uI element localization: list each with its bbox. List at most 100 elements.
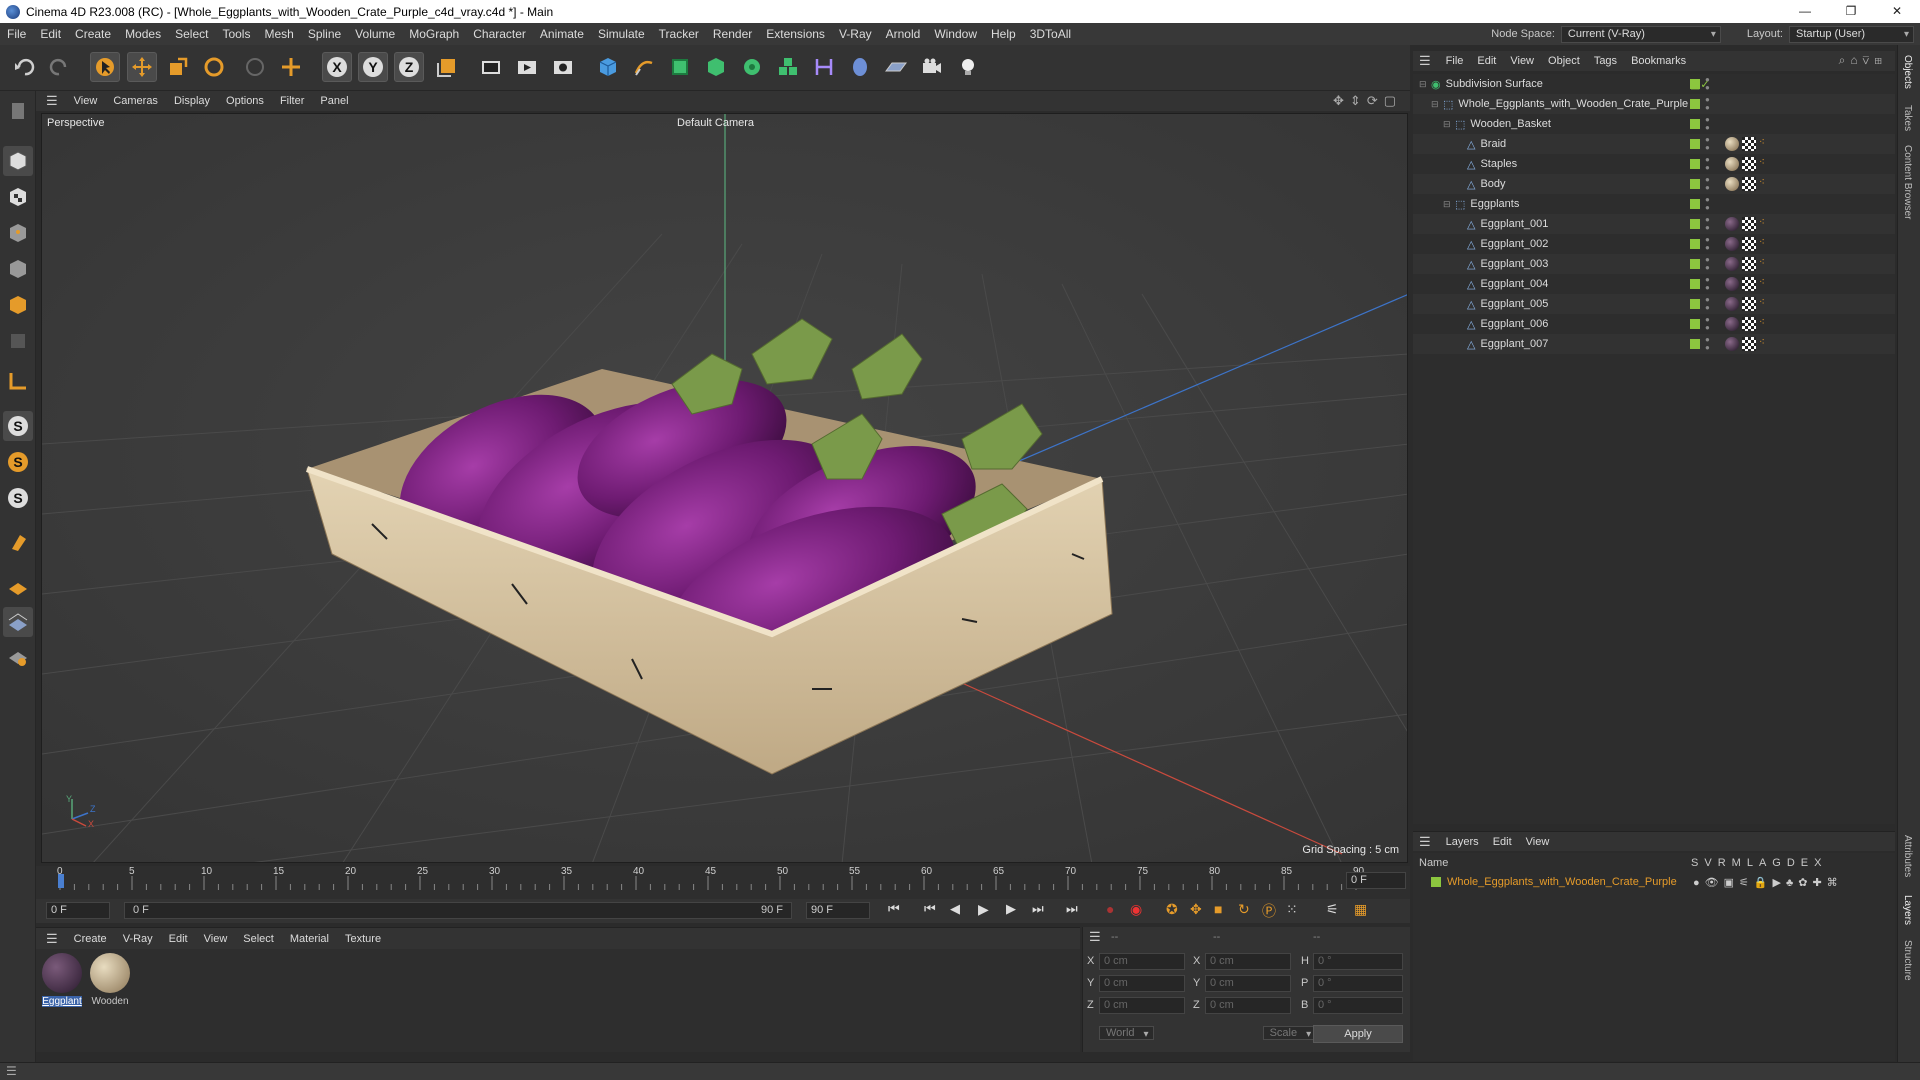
floor-icon[interactable]	[881, 52, 911, 82]
material-tag-icon[interactable]	[1725, 337, 1739, 351]
viewport-menu-options[interactable]: Options	[218, 95, 272, 107]
next-frame-icon[interactable]: ▶	[1006, 901, 1016, 917]
3d-viewport[interactable]: Perspective Default Camera Grid Spacing …	[41, 113, 1408, 863]
object-row[interactable]: △ Body ● ● ⁖	[1413, 174, 1895, 194]
side-tab-attributes[interactable]: Attributes	[1902, 835, 1913, 877]
expand-toggle-icon[interactable]: ⊟	[1419, 79, 1429, 90]
viewport-menu-panel[interactable]: Panel	[312, 95, 356, 107]
layer-hamburger-icon[interactable]: ☰	[1413, 834, 1439, 850]
texture-mode-icon[interactable]	[3, 182, 33, 212]
visibility-dots-icon[interactable]: ● ●	[1705, 276, 1710, 292]
side-tab-layers[interactable]: Layers	[1902, 895, 1913, 925]
layer-color-indicator[interactable]	[1690, 279, 1700, 289]
layer-color-indicator[interactable]	[1690, 119, 1700, 129]
menu-character[interactable]: Character	[466, 23, 533, 45]
material-tag-icon[interactable]	[1725, 157, 1739, 171]
object-row[interactable]: △ Eggplant_004 ● ● ⁖	[1413, 274, 1895, 294]
make-editable-icon[interactable]	[3, 96, 33, 126]
object-row[interactable]: △ Braid ● ● ⁖	[1413, 134, 1895, 154]
menu-mograph[interactable]: MoGraph	[402, 23, 466, 45]
coordinate-system-icon[interactable]	[432, 52, 462, 82]
material-swatch-wooden[interactable]: Wooden	[90, 953, 130, 1011]
viewport-menu-filter[interactable]: Filter	[272, 95, 312, 107]
material-hamburger-icon[interactable]: ☰	[36, 931, 66, 947]
layer-color-indicator[interactable]	[1690, 299, 1700, 309]
close-button[interactable]: ✕	[1874, 0, 1920, 23]
layer-color-indicator[interactable]	[1690, 179, 1700, 189]
vray-tag-icon[interactable]: ⁖	[1759, 157, 1765, 171]
material-menu-edit[interactable]: Edit	[161, 933, 196, 945]
field-icon[interactable]	[845, 52, 875, 82]
object-name[interactable]: Eggplant_007	[1480, 338, 1548, 350]
timeline-window-icon[interactable]: ▦	[1354, 901, 1367, 918]
coord-mode-dropdown[interactable]: World	[1099, 1026, 1154, 1040]
material-swatch-eggplant[interactable]: Eggplant	[42, 953, 82, 1011]
layer-flag-icons[interactable]: ●👁▣⚟🔒▶♣✿✚⌘	[1693, 876, 1843, 889]
coord-pos-x-field[interactable]: 0 cm	[1099, 953, 1185, 970]
viewport-nav-icons[interactable]: ✥⇕⟳▢	[1333, 93, 1402, 109]
render-settings-icon[interactable]	[548, 52, 578, 82]
object-search-filter-icons[interactable]: ⌕⌂⊽⊞	[1839, 53, 1887, 68]
points-mode-icon[interactable]	[3, 218, 33, 248]
layer-color-swatch[interactable]	[1431, 877, 1441, 887]
menu-tracker[interactable]: Tracker	[652, 23, 706, 45]
menu-animate[interactable]: Animate	[533, 23, 591, 45]
menu-tools[interactable]: Tools	[215, 23, 257, 45]
pen-spline-icon[interactable]	[629, 52, 659, 82]
object-row[interactable]: ⊟ ⬚ Wooden_Basket ● ●	[1413, 114, 1895, 134]
uvw-tag-icon[interactable]	[1742, 237, 1756, 251]
coord-pos-y-field[interactable]: 0 cm	[1099, 975, 1185, 992]
status-menu-icon[interactable]: ☰	[6, 1064, 17, 1078]
object-menu-view[interactable]: View	[1503, 55, 1541, 67]
z-axis-lock-icon[interactable]: Z	[394, 52, 424, 82]
current-frame-field[interactable]: 0 F	[1346, 872, 1406, 889]
vray-tag-icon[interactable]: ⁖	[1759, 177, 1765, 191]
vray-tag-icon[interactable]: ⁖	[1759, 257, 1765, 271]
coord-scale-dropdown[interactable]: Scale	[1262, 1026, 1317, 1040]
object-name[interactable]: Whole_Eggplants_with_Wooden_Crate_Purple	[1458, 98, 1688, 110]
next-key-icon[interactable]: ⏭	[1032, 901, 1044, 917]
enabled-check-icon[interactable]: ▧✓	[1690, 78, 1710, 91]
vray-tag-icon[interactable]: ⁖	[1759, 277, 1765, 291]
viewport-solo-icon[interactable]	[3, 643, 33, 673]
y-axis-lock-icon[interactable]: Y	[358, 52, 388, 82]
edges-mode-icon[interactable]	[3, 254, 33, 284]
menu-spline[interactable]: Spline	[301, 23, 348, 45]
object-row[interactable]: △ Eggplant_005 ● ● ⁖	[1413, 294, 1895, 314]
material-tag-icon[interactable]	[1725, 237, 1739, 251]
snap-settings-icon[interactable]: S	[3, 447, 33, 477]
quantize-icon[interactable]: S	[3, 483, 33, 513]
menu-select[interactable]: Select	[168, 23, 215, 45]
coord-rot-p-field[interactable]: 0 °	[1313, 975, 1403, 992]
uvw-tag-icon[interactable]	[1742, 137, 1756, 151]
coord-rot-h-field[interactable]: 0 °	[1313, 953, 1403, 970]
undo-icon[interactable]	[10, 52, 40, 82]
viewport-menu-cameras[interactable]: Cameras	[105, 95, 166, 107]
menu-mesh[interactable]: Mesh	[257, 23, 300, 45]
viewport-menu-view[interactable]: View	[66, 95, 106, 107]
vray-tag-icon[interactable]: ⁖	[1759, 137, 1765, 151]
material-menu-material[interactable]: Material	[282, 933, 337, 945]
record-icon[interactable]: ●	[1106, 901, 1114, 917]
material-tag-icon[interactable]	[1725, 217, 1739, 231]
uvw-tag-icon[interactable]	[1742, 277, 1756, 291]
object-menu-edit[interactable]: Edit	[1470, 55, 1503, 67]
subdivision-surface-icon[interactable]	[665, 52, 695, 82]
object-name[interactable]: Eggplant_001	[1480, 218, 1548, 230]
coord-size-z-field[interactable]: 0 cm	[1205, 997, 1291, 1014]
object-menu-object[interactable]: Object	[1541, 55, 1587, 67]
timeline-start-field[interactable]: 0 F	[46, 902, 110, 919]
expand-toggle-icon[interactable]: ⊟	[1431, 99, 1441, 110]
key-scale-icon[interactable]: ■	[1214, 901, 1222, 917]
material-tag-icon[interactable]	[1725, 177, 1739, 191]
material-tag-icon[interactable]	[1725, 317, 1739, 331]
soft-selection-icon[interactable]	[3, 528, 33, 558]
menu-render[interactable]: Render	[706, 23, 759, 45]
select-tool-icon[interactable]	[90, 52, 120, 82]
object-name[interactable]: Eggplant_004	[1480, 278, 1548, 290]
key-pla-icon[interactable]: ⁙	[1286, 901, 1298, 918]
object-menu-bookmarks[interactable]: Bookmarks	[1624, 55, 1693, 67]
object-row[interactable]: △ Eggplant_001 ● ● ⁖	[1413, 214, 1895, 234]
object-name[interactable]: Body	[1480, 178, 1505, 190]
expand-toggle-icon[interactable]: ⊟	[1443, 119, 1453, 130]
